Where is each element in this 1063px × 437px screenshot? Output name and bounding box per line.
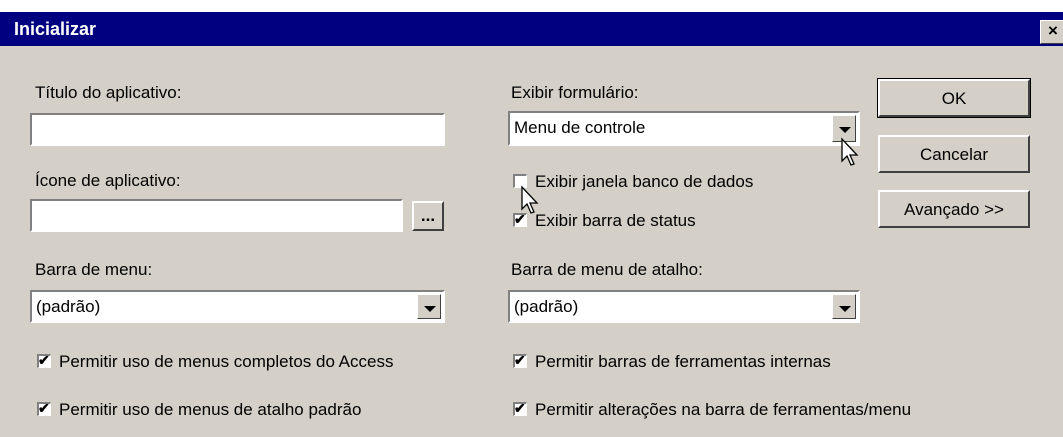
advanced-label: Avançado >> xyxy=(904,200,1004,219)
menu-bar-label: Barra de menu: xyxy=(35,260,153,279)
app-icon-input[interactable] xyxy=(30,199,403,232)
display-form-value: Menu de controle xyxy=(514,118,646,137)
cancel-button[interactable]: Cancelar xyxy=(878,135,1030,173)
shortcut-menu-bar-label: Barra de menu de atalho: xyxy=(511,260,703,279)
menu-bar-select[interactable]: (padrão) xyxy=(30,290,445,323)
app-title-input[interactable] xyxy=(30,113,445,146)
full-menus-checkbox[interactable]: ✔ xyxy=(37,352,51,368)
shortcut-menus-checkbox[interactable]: ✔ xyxy=(37,400,51,416)
title-bar: Inicializar × xyxy=(0,12,1063,46)
shortcut-menu-bar-value: (padrão) xyxy=(514,297,579,316)
chevron-down-icon xyxy=(839,306,851,312)
shortcut-menu-bar-select[interactable]: (padrão) xyxy=(508,290,860,323)
check-icon: ✔ xyxy=(514,400,526,416)
app-title-label: Título do aplicativo: xyxy=(35,83,182,102)
show-db-window-label: Exibir janela banco de dados xyxy=(535,172,754,191)
ok-label: OK xyxy=(941,89,967,108)
close-icon: × xyxy=(1048,21,1058,40)
ellipsis-icon: ... xyxy=(420,206,436,225)
display-form-select[interactable]: Menu de controle xyxy=(508,111,860,146)
chevron-down-icon xyxy=(839,127,851,133)
builtin-toolbars-checkbox[interactable]: ✔ xyxy=(513,352,527,368)
ok-button[interactable]: OK xyxy=(877,78,1031,118)
full-menus-label: Permitir uso de menus completos do Acces… xyxy=(59,352,394,371)
shortcut-menu-bar-dropdown-button[interactable] xyxy=(832,294,856,319)
browse-icon-button[interactable]: ... xyxy=(412,201,444,231)
menu-bar-dropdown-button[interactable] xyxy=(417,294,441,319)
check-icon: ✔ xyxy=(38,352,50,368)
shortcut-menus-label: Permitir uso de menus de atalho padrão xyxy=(59,400,362,419)
check-icon: ✔ xyxy=(514,352,526,368)
cancel-label: Cancelar xyxy=(919,145,989,164)
dialog-title: Inicializar xyxy=(14,19,97,39)
close-button[interactable]: × xyxy=(1040,20,1063,44)
startup-dialog: Inicializar × Título do aplicativo: Ícon… xyxy=(0,12,1063,437)
mouse-cursor-icon xyxy=(841,137,859,166)
mouse-cursor-icon xyxy=(521,185,539,214)
display-form-label: Exibir formulário: xyxy=(511,83,639,102)
status-bar-label: Exibir barra de status xyxy=(535,211,696,230)
check-icon: ✔ xyxy=(38,400,50,416)
builtin-toolbars-label: Permitir barras de ferramentas internas xyxy=(535,352,831,371)
app-icon-label: Ícone de aplicativo: xyxy=(35,171,181,190)
chevron-down-icon xyxy=(424,306,436,312)
advanced-button[interactable]: Avançado >> xyxy=(878,190,1030,228)
status-bar-checkbox[interactable]: ✔ xyxy=(513,211,527,227)
toolbar-changes-label: Permitir alterações na barra de ferramen… xyxy=(535,400,912,419)
menu-bar-value: (padrão) xyxy=(36,297,101,316)
toolbar-changes-checkbox[interactable]: ✔ xyxy=(513,400,527,416)
